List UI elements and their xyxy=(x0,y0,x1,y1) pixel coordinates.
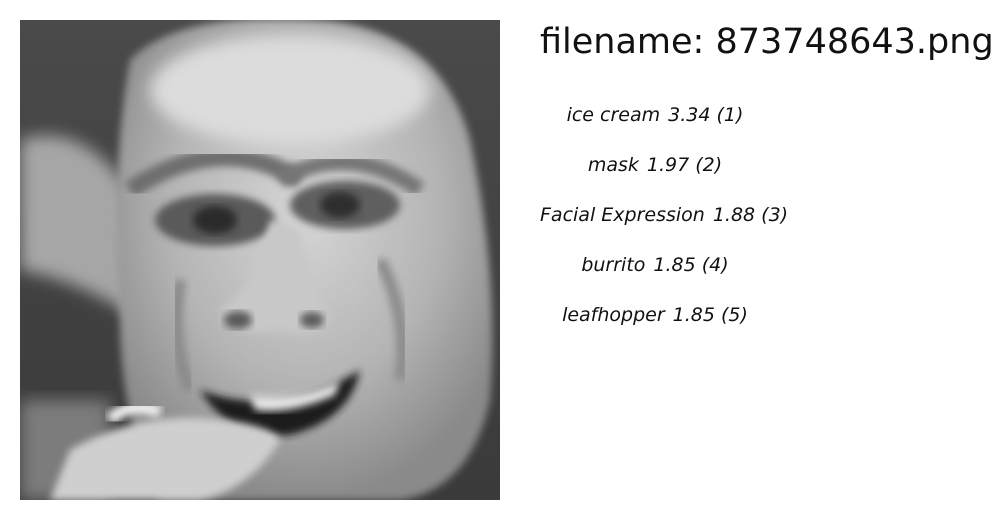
filename-heading: filename: 873748643.png xyxy=(540,22,994,62)
prediction-score: 1.88 xyxy=(712,204,756,226)
prediction-item: leafhopper 1.85 (5) xyxy=(540,300,770,350)
prediction-label: leafhopper xyxy=(562,304,665,326)
prediction-rank: (3) xyxy=(761,204,789,226)
face-photo xyxy=(20,20,500,500)
prediction-score: 3.34 xyxy=(668,104,711,126)
prediction-label: burrito xyxy=(581,254,646,276)
prediction-rank: (5) xyxy=(721,304,748,326)
face-photo-drawing xyxy=(20,20,500,500)
prediction-label: Facial Expression xyxy=(540,204,705,226)
prediction-item: ice cream 3.34 (1) xyxy=(540,100,770,150)
prediction-rank: (4) xyxy=(701,254,729,276)
prediction-item: burrito 1.85 (4) xyxy=(540,250,770,300)
filename-value: 873748643.png xyxy=(715,22,994,62)
prediction-rank: (1) xyxy=(716,104,744,126)
prediction-item: mask 1.97 (2) xyxy=(540,150,770,200)
prediction-score: 1.85 xyxy=(653,254,696,276)
prediction-list: ice cream 3.34 (1) mask 1.97 (2) Facial Ex… xyxy=(540,100,788,350)
prediction-item: Facial Expression 1.88 (3) xyxy=(540,200,788,250)
prediction-label: ice cream xyxy=(566,104,661,126)
prediction-score: 1.85 xyxy=(672,304,715,326)
filename-prefix: filename: xyxy=(540,22,705,62)
prediction-label: mask xyxy=(587,154,639,176)
prediction-rank: (2) xyxy=(695,154,723,176)
prediction-score: 1.97 xyxy=(646,154,690,176)
